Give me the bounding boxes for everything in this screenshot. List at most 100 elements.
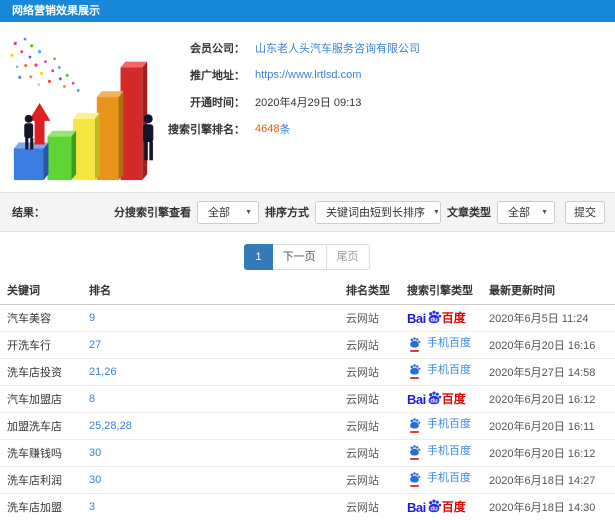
engine-cell: 手机百度 [407,331,489,359]
keyword-cell: 洗车店利润 [0,466,89,494]
baidu-logo: Bai du 百度 [407,499,466,515]
rank-cell: 21,26 [89,358,346,386]
table-row: 洗车店利润 30 云网站 手机百度 2020年6月18日 14:27 [0,466,615,494]
table-row: 洗车店加盟 3 云网站 Bai du 百度 2020年6月18日 14:30 [0,493,615,520]
engine-rank-row: 搜索引擎排名： 4648 条 [0,115,615,142]
col-rank-type: 排名类型 [346,276,407,305]
rank-cell: 8 [89,385,346,413]
rank-type-cell: 云网站 [346,439,407,467]
baidu-paw-icon [410,472,421,483]
results-table-body: 汽车美容 9 云网站 Bai du 百度 2020年6月5日 11:24 开洗车行 27 云网站手… [0,304,615,520]
table-row: 开洗车行 27 云网站 手机百度 2020年6月20日 16:16 [0,331,615,359]
svg-text:du: du [430,506,438,512]
rank-cell: 3 [89,493,346,520]
filter-bar: 结果： 分搜索引擎查看 全部 ▼ 排序方式 关键词由短到长排序 ▼ 文章类型 全… [0,192,615,232]
rank-cell: 30 [89,466,346,494]
chevron-down-icon: ▼ [245,208,252,216]
page-1-button[interactable]: 1 [244,244,273,270]
rank-link[interactable]: 8 [89,393,95,405]
next-page-button[interactable]: 下一页 [271,244,327,270]
updated-cell: 2020年6月18日 14:27 [489,466,615,494]
engine-filter-label: 分搜索引擎查看 [114,207,191,219]
pagination: 1 下一页 尾页 [0,232,615,276]
rank-link[interactable]: 30 [89,474,101,486]
mobile-baidu-icon [407,444,422,460]
mobile-baidu-badge: 手机百度 [407,336,471,352]
engine-cell: Bai du 百度 [407,385,489,413]
filter-controls: 分搜索引擎查看 全部 ▼ 排序方式 关键词由短到长排序 ▼ 文章类型 全部 ▼ … [114,200,605,224]
engine-cell: 手机百度 [407,358,489,386]
rank-link[interactable]: 21,26 [89,366,117,378]
page-title: 网络营销效果展示 [12,5,100,17]
sort-label: 排序方式 [265,207,309,219]
updated-cell: 2020年6月5日 11:24 [489,304,615,332]
baidu-paw-icon: du [428,391,441,404]
promo-url-link[interactable]: https://www.lrtlsd.com [255,69,361,81]
rank-type-cell: 云网站 [346,304,407,332]
keyword-cell: 汽车美容 [0,304,89,332]
rank-type-cell: 云网站 [346,331,407,359]
rank-type-cell: 云网站 [346,358,407,386]
rank-link[interactable]: 9 [89,312,95,324]
updated-cell: 2020年5月27日 14:58 [489,358,615,386]
table-row: 洗车店投资 21,26 云网站 手机百度 2020年5月27日 14:58 [0,358,615,386]
sort-select[interactable]: 关键词由短到长排序 ▼ [315,200,441,224]
submit-button[interactable]: 提交 [565,200,605,224]
article-type-select[interactable]: 全部 ▼ [497,200,555,224]
member-company-row: 会员公司： 山东老人头汽车服务咨询有限公司 [0,34,615,61]
member-company-label: 会员公司： [190,42,245,55]
rank-type-cell: 云网站 [346,412,407,440]
promo-url-label: 推广地址： [190,69,245,82]
rank-type-cell: 云网站 [346,466,407,494]
col-engine-type: 搜索引擎类型 [407,276,489,305]
rank-link[interactable]: 27 [89,339,101,351]
rank-link[interactable]: 3 [89,501,95,513]
baidu-paw-icon: du [428,499,441,512]
rank-cell: 30 [89,439,346,467]
keyword-cell: 开洗车行 [0,331,89,359]
keyword-cell: 汽车加盟店 [0,385,89,413]
baidu-logo: Bai du 百度 [407,391,466,407]
rank-cell: 25,28,28 [89,412,346,440]
updated-cell: 2020年6月18日 14:30 [489,493,615,520]
engine-cell: Bai du 百度 [407,304,489,332]
mobile-baidu-icon [407,363,422,379]
mobile-baidu-badge: 手机百度 [407,444,471,460]
baidu-paw-icon: du [428,310,441,323]
rank-link[interactable]: 30 [89,447,101,459]
mobile-baidu-badge: 手机百度 [407,471,471,487]
baidu-paw-icon [410,445,421,456]
last-page-button[interactable]: 尾页 [325,244,370,270]
keyword-cell: 洗车赚钱吗 [0,439,89,467]
col-keyword: 关键词 [0,276,89,305]
col-updated: 最新更新时间 [489,276,615,305]
mobile-baidu-icon [407,417,422,433]
updated-cell: 2020年6月20日 16:16 [489,331,615,359]
result-label: 结果： [12,207,45,219]
results-table: 关键词 排名 排名类型 搜索引擎类型 最新更新时间 汽车美容 9 云网站 Bai du 百… [0,276,615,520]
keyword-cell: 洗车店加盟 [0,493,89,520]
engine-cell: 手机百度 [407,466,489,494]
baidu-paw-icon [410,337,421,348]
updated-cell: 2020年6月20日 16:12 [489,385,615,413]
page: 网络营销效果展示 会员公司： 山东老人头汽车服务咨询有限公司 推广地址： htt… [0,0,615,520]
mobile-baidu-icon [407,471,422,487]
chevron-down-icon: ▼ [433,208,440,216]
table-row: 加盟洗车店 25,28,28 云网站 手机百度 2020年6月20日 16:11 [0,412,615,440]
rank-link[interactable]: 25,28,28 [89,420,132,432]
keyword-cell: 加盟洗车店 [0,412,89,440]
mobile-baidu-badge: 手机百度 [407,417,471,433]
engine-rank-label: 搜索引擎排名： [168,123,245,136]
engine-cell: 手机百度 [407,412,489,440]
company-info-section: 会员公司： 山东老人头汽车服务咨询有限公司 推广地址： https://www.… [0,22,615,192]
engine-rank-suffix: 条 [279,123,291,136]
member-company-link[interactable]: 山东老人头汽车服务咨询有限公司 [255,40,420,56]
mobile-baidu-icon [407,336,422,352]
baidu-paw-icon [410,364,421,375]
baidu-logo: Bai du 百度 [407,310,466,326]
chevron-down-icon: ▼ [541,208,548,216]
article-type-label: 文章类型 [447,207,491,219]
col-rank: 排名 [89,276,346,305]
keyword-cell: 洗车店投资 [0,358,89,386]
engine-filter-select[interactable]: 全部 ▼ [197,200,259,224]
